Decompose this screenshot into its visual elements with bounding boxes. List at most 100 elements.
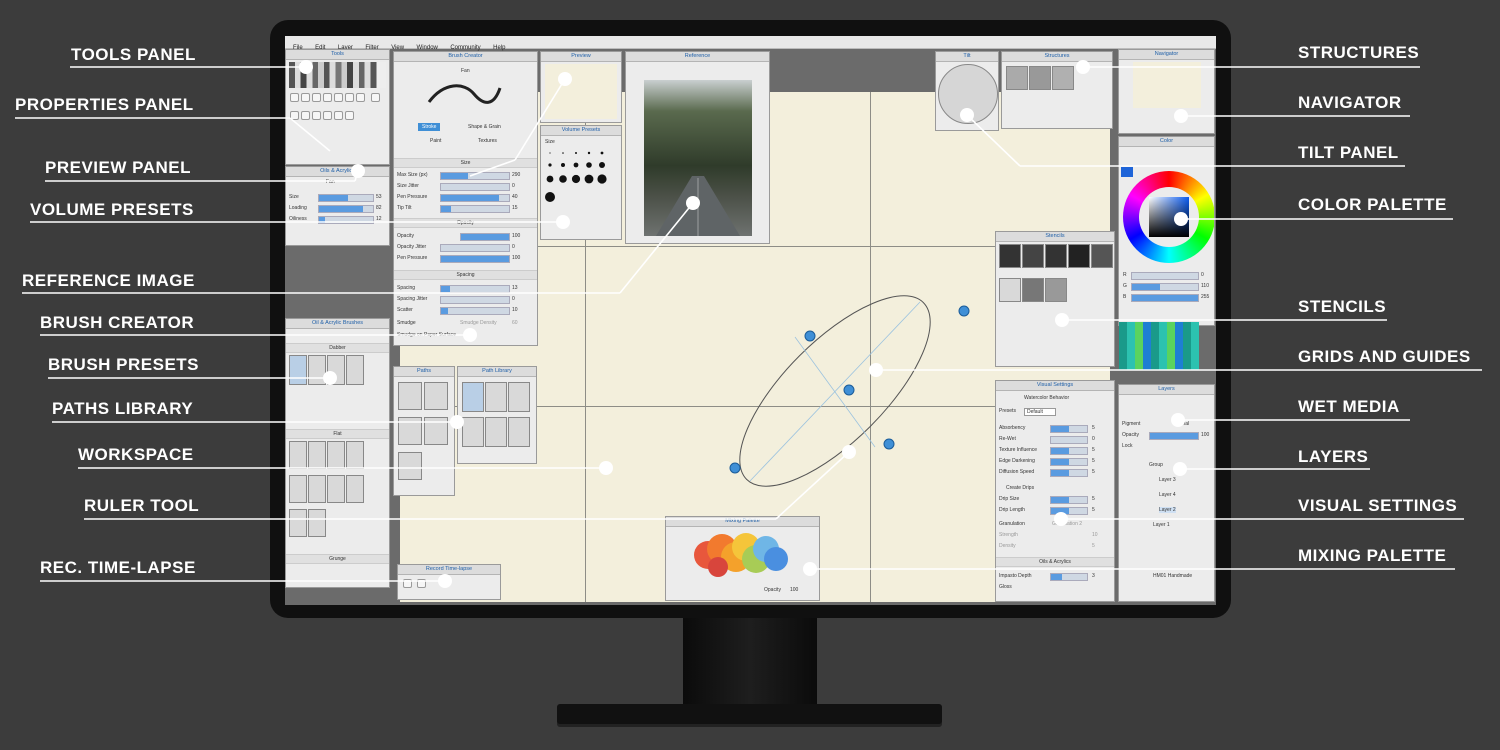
tab-stroke[interactable]: Stroke: [418, 123, 441, 131]
texture-influence-slider[interactable]: [1050, 447, 1088, 455]
section-size[interactable]: Size: [394, 158, 537, 168]
max-size-value[interactable]: 290: [512, 172, 520, 178]
tip-tilt-slider[interactable]: [440, 205, 510, 213]
presets-select[interactable]: Default: [1024, 408, 1056, 416]
color-b-value[interactable]: 255: [1201, 294, 1209, 300]
stencil-flower[interactable]: [1022, 278, 1044, 302]
pen-pressure-value[interactable]: 40: [512, 194, 518, 200]
background-layer[interactable]: HM01 Handmade: [1153, 573, 1192, 579]
impasto-depth-value[interactable]: 3: [1092, 573, 1095, 579]
drip-size-slider[interactable]: [1050, 496, 1088, 504]
brush-preset-bright[interactable]: [289, 441, 307, 469]
current-color-swatch[interactable]: [1121, 167, 1133, 177]
stamp-icon[interactable]: [312, 93, 321, 102]
tab-textures[interactable]: Textures: [478, 138, 497, 144]
prop-size-value[interactable]: 53: [376, 194, 382, 200]
smudge-paper-checkbox[interactable]: Smudge on Paper Surface: [397, 332, 456, 338]
opacity-jitter-slider[interactable]: [440, 244, 510, 252]
strength-value[interactable]: 10: [1092, 532, 1098, 538]
brush-group-flat[interactable]: Flat: [286, 429, 389, 439]
granulation-checkbox[interactable]: Granulation: [999, 521, 1025, 527]
pen-pressure-slider[interactable]: [440, 194, 510, 202]
stencil-chestnut[interactable]: [1068, 244, 1090, 268]
rotate-icon[interactable]: [345, 111, 354, 120]
opacity-value[interactable]: 100: [512, 233, 520, 239]
brush-preset-thick-dry[interactable]: [308, 509, 326, 537]
diffusion-speed-slider[interactable]: [1050, 469, 1088, 477]
stencil-moire[interactable]: [1045, 278, 1067, 302]
smudge-icon[interactable]: [334, 93, 343, 102]
structure-imprint[interactable]: [1052, 66, 1074, 90]
diffusion-speed-value[interactable]: 5: [1092, 469, 1095, 475]
smudge-checkbox[interactable]: Smudge: [397, 320, 416, 326]
brush-group-dabber[interactable]: Dabber: [286, 343, 389, 353]
edge-darkening-value[interactable]: 5: [1092, 458, 1095, 464]
mixing-opacity-value[interactable]: 100: [790, 587, 798, 593]
size-jitter-slider[interactable]: [440, 183, 510, 191]
drop-icon[interactable]: [371, 93, 381, 102]
brush-preset-fan[interactable]: [289, 355, 307, 385]
drip-length-value[interactable]: 5: [1092, 507, 1095, 513]
eyedropper-icon[interactable]: [345, 93, 354, 102]
layer-item-group[interactable]: Group: [1149, 462, 1163, 468]
size-jitter-value[interactable]: 0: [512, 183, 515, 189]
eraser-icon[interactable]: [323, 93, 332, 102]
stencil-art-nouveau[interactable]: [1022, 244, 1044, 268]
texture-influence-value[interactable]: 5: [1092, 447, 1095, 453]
path-polygon[interactable]: [424, 382, 448, 410]
blend-icon[interactable]: [290, 111, 299, 120]
spacing-value[interactable]: 13: [512, 285, 518, 291]
drip-size-value[interactable]: 5: [1092, 496, 1095, 502]
prop-size-slider[interactable]: [318, 194, 374, 202]
absorbency-slider[interactable]: [1050, 425, 1088, 433]
spacing-jitter-slider[interactable]: [440, 296, 510, 304]
tab-paint[interactable]: Paint: [430, 138, 441, 144]
opacity-slider[interactable]: [460, 233, 510, 241]
path-bubble-2[interactable]: [398, 382, 422, 410]
move-icon[interactable]: [301, 111, 310, 120]
color-g-slider[interactable]: [1131, 283, 1199, 291]
stencil-amphora[interactable]: [999, 244, 1021, 268]
prop-loading-slider[interactable]: [318, 205, 374, 213]
layer-item-layer-4[interactable]: Layer 4: [1159, 492, 1176, 498]
smudge-density-value[interactable]: 60: [512, 320, 518, 326]
tab-shape-grain[interactable]: Shape & Grain: [468, 124, 501, 130]
path-library-polygon[interactable]: [508, 417, 530, 447]
color-swatches-grid[interactable]: [1119, 322, 1199, 370]
re-wet-slider[interactable]: [1050, 436, 1088, 444]
navigator-thumbnail[interactable]: [1133, 62, 1201, 108]
structure-dotted-engraving[interactable]: [1029, 66, 1051, 90]
fill-icon[interactable]: [301, 93, 310, 102]
absorbency-value[interactable]: 5: [1092, 425, 1095, 431]
density-value[interactable]: 5: [1092, 543, 1095, 549]
oils-acrylics-section[interactable]: Oils & Acrylics: [996, 557, 1114, 567]
prop-oiliness-value[interactable]: 12: [376, 216, 382, 222]
brush-preset-flat-dry[interactable]: [346, 441, 364, 469]
transform-icon[interactable]: [312, 111, 321, 120]
brush-group-grunge[interactable]: Grunge: [286, 554, 389, 564]
brush-preset-filbert-2[interactable]: [327, 441, 345, 469]
opacity-jitter-value[interactable]: 0: [512, 244, 515, 250]
path-library-bubble[interactable]: [485, 382, 507, 412]
section-spacing[interactable]: Spacing: [394, 270, 537, 280]
color-g-value[interactable]: 110: [1201, 283, 1209, 289]
brush-preset-flat-dry-3[interactable]: [346, 475, 364, 503]
path-tear[interactable]: [398, 452, 422, 480]
pencil-icon[interactable]: [290, 93, 299, 102]
undo-icon[interactable]: [356, 93, 365, 102]
mixing-palette-surface[interactable]: [688, 529, 798, 581]
brush-preset-dabber-3[interactable]: [346, 355, 364, 385]
watercolor-behavior-header[interactable]: Watercolor Behavior: [1024, 395, 1069, 401]
layer-item-layer-3[interactable]: Layer 3: [1159, 477, 1176, 483]
color-r-slider[interactable]: [1131, 272, 1199, 280]
selection-icon[interactable]: [323, 111, 332, 120]
tip-tilt-value[interactable]: 15: [512, 205, 518, 211]
brush-preset-filbert[interactable]: [308, 441, 326, 469]
re-wet-value[interactable]: 0: [1092, 436, 1095, 442]
edge-darkening-slider[interactable]: [1050, 458, 1088, 466]
stencil-coimany[interactable]: [1091, 244, 1113, 268]
path-library-circle[interactable]: [462, 417, 484, 447]
layer-opacity-value[interactable]: 100: [1201, 432, 1209, 438]
structure-crumpled-paper[interactable]: [1006, 66, 1028, 90]
prop-loading-value[interactable]: 82: [376, 205, 382, 211]
